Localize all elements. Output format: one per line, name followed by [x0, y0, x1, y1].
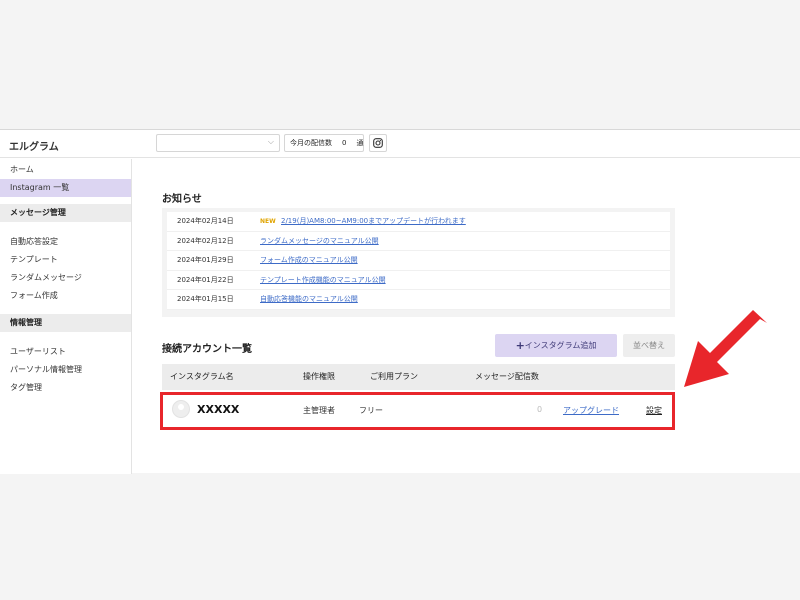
news-link[interactable]: 自動応答機能のマニュアル公開: [260, 290, 358, 309]
upgrade-link[interactable]: アップグレード: [563, 405, 619, 416]
news-item: 2024年02月12日 ランダムメッセージのマニュアル公開: [167, 231, 670, 252]
avatar: [172, 400, 190, 418]
news-date: 2024年02月14日: [177, 217, 234, 225]
news-list: 2024年02月14日 NEW 2/19(月)AM8:00~AM9:00までアッ…: [162, 208, 675, 317]
settings-link[interactable]: 設定: [646, 405, 662, 416]
plus-icon: +: [515, 339, 525, 352]
account-message-count: 0: [537, 405, 543, 414]
monthly-unit: 通: [356, 139, 364, 147]
news-date: 2024年01月29日: [177, 256, 234, 265]
app-title: エルグラム: [9, 142, 59, 153]
news-date: 2024年01月15日: [177, 295, 234, 304]
instagram-icon: [373, 138, 383, 148]
news-date: 2024年02月12日: [177, 236, 234, 245]
add-instagram-label: インスタグラム追加: [524, 341, 597, 350]
pointer-arrow-icon: [684, 310, 767, 387]
sidebar-item-form-builder[interactable]: フォーム作成: [0, 287, 131, 305]
sidebar: ホーム Instagram 一覧 メッセージ管理 自動応答設定 テンプレート ラ…: [0, 159, 132, 474]
news-link[interactable]: 2/19(月)AM8:00~AM9:00までアップデートが行われます: [281, 212, 466, 231]
monthly-count: 0: [342, 139, 347, 147]
col-role: 操作権限: [303, 372, 335, 381]
sidebar-section-info: 情報管理: [0, 314, 131, 332]
sidebar-item-auto-reply[interactable]: 自動応答設定: [0, 233, 131, 251]
account-role: 主管理者: [303, 406, 335, 415]
instagram-button[interactable]: [369, 134, 387, 152]
news-link[interactable]: フォーム作成のマニュアル公開: [260, 251, 358, 270]
sidebar-item-random-message[interactable]: ランダムメッセージ: [0, 269, 131, 287]
account-select[interactable]: ⌵: [156, 134, 280, 152]
col-message-count: メッセージ配信数: [475, 372, 539, 381]
account-name: XXXXX: [197, 403, 240, 416]
news-item: 2024年01月29日 フォーム作成のマニュアル公開: [167, 251, 670, 271]
new-badge: NEW: [260, 218, 276, 225]
table-row: XXXXX 主管理者 フリー 0 アップグレード 設定: [162, 390, 675, 430]
news-item: 2024年02月14日 NEW 2/19(月)AM8:00~AM9:00までアッ…: [167, 212, 670, 232]
account-plan: フリー: [359, 406, 383, 415]
top-bar: エルグラム ⌵ 今月の配信数 0 通: [0, 130, 800, 158]
news-link[interactable]: ランダムメッセージのマニュアル公開: [260, 232, 379, 251]
sort-button[interactable]: 並べ替え: [623, 334, 675, 357]
sidebar-item-instagram-list[interactable]: Instagram 一覧: [0, 179, 131, 197]
accounts-title: 接続アカウント一覧: [162, 344, 252, 355]
news-title: お知らせ: [162, 194, 202, 205]
add-instagram-button[interactable]: +インスタグラム追加: [495, 334, 617, 357]
news-item: 2024年01月22日 テンプレート作成機能のマニュアル公開: [167, 270, 670, 291]
sidebar-item-user-list[interactable]: ユーザーリスト: [0, 343, 131, 361]
sidebar-item-templates[interactable]: テンプレート: [0, 251, 131, 269]
sidebar-section-messages: メッセージ管理: [0, 204, 131, 222]
col-instagram-name: インスタグラム名: [170, 372, 234, 381]
news-item: 2024年01月15日 自動応答機能のマニュアル公開: [167, 290, 670, 310]
sidebar-item-home[interactable]: ホーム: [0, 161, 131, 179]
sidebar-item-personal-info[interactable]: パーソナル情報管理: [0, 361, 131, 379]
monthly-delivery-count: 今月の配信数 0 通: [284, 134, 364, 152]
accounts-table-header: インスタグラム名 操作権限 ご利用プラン メッセージ配信数: [162, 364, 675, 390]
news-link[interactable]: テンプレート作成機能のマニュアル公開: [260, 271, 386, 290]
chevron-down-icon: ⌵: [267, 137, 274, 146]
news-date: 2024年01月22日: [177, 275, 234, 284]
sidebar-item-tag-management[interactable]: タグ管理: [0, 379, 131, 397]
monthly-label: 今月の配信数: [290, 139, 332, 147]
col-plan: ご利用プラン: [370, 372, 418, 381]
